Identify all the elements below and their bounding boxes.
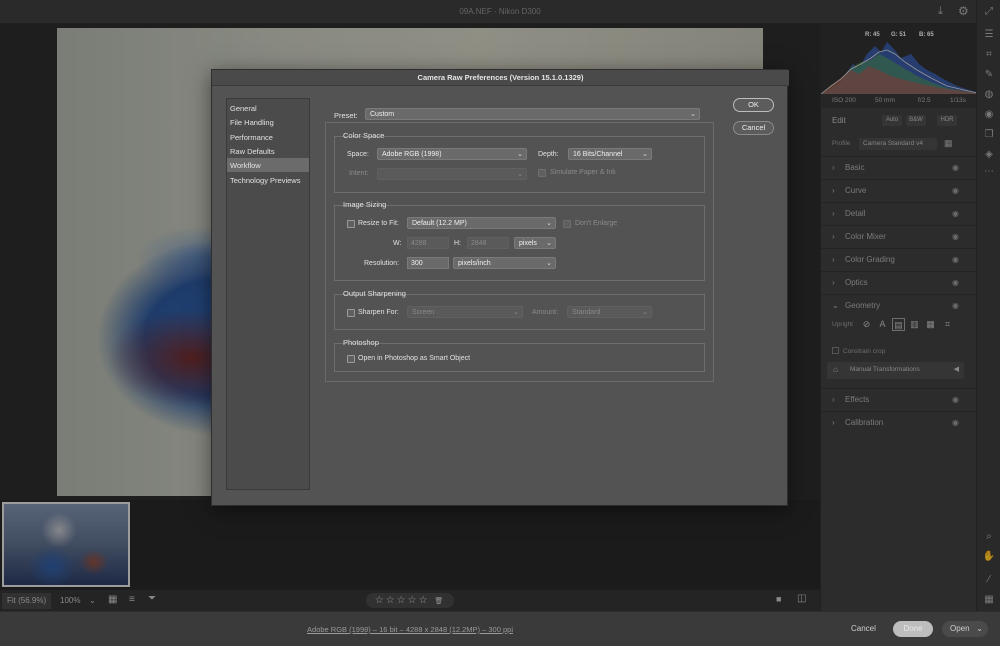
ok-button[interactable]: OK (733, 98, 774, 112)
nav-workflow[interactable]: Workflow (227, 158, 309, 172)
depth-label: Depth: (538, 151, 559, 158)
open-button[interactable]: Open ⌄ (942, 621, 988, 637)
resolution-label: Resolution: (364, 260, 400, 267)
preferences-nav: General File Handling Performance Raw De… (226, 98, 310, 490)
chevron-down-icon[interactable]: ⌄ (976, 621, 983, 637)
preferences-dialog: Camera Raw Preferences (Version 15.1.0.1… (211, 69, 789, 506)
chevron-down-icon: ⌄ (546, 260, 552, 267)
width-label: W: (393, 240, 402, 247)
nav-general[interactable]: General (227, 101, 309, 115)
space-value: Adobe RGB (1998) (382, 151, 442, 158)
chevron-down-icon: ⌄ (690, 111, 696, 118)
chevron-down-icon: ⌄ (642, 309, 648, 316)
sharpen-for-select[interactable]: Screen ⌄ (407, 306, 523, 318)
dont-enlarge-label: Don't Enlarge (575, 220, 618, 227)
width-input[interactable]: 4288 (407, 237, 449, 249)
intent-label: Intent: (349, 170, 369, 177)
cancel-button[interactable]: Cancel (851, 624, 876, 633)
preset-label: Preset: (334, 111, 358, 120)
amount-value: Standard (572, 309, 601, 316)
depth-select[interactable]: 16 Bits/Channel ⌄ (568, 148, 652, 160)
done-button[interactable]: Done (893, 621, 933, 637)
space-label: Space: (347, 151, 369, 158)
chevron-down-icon: ⌄ (513, 309, 519, 316)
intent-select[interactable]: ⌄ (377, 168, 527, 180)
simulate-paper-checkbox[interactable] (538, 169, 546, 177)
nav-raw-defaults[interactable]: Raw Defaults (227, 144, 309, 158)
space-select[interactable]: Adobe RGB (1998) ⌄ (377, 148, 527, 160)
resolution-input[interactable]: 300 (407, 257, 449, 269)
resize-to-fit-checkbox[interactable] (347, 220, 355, 228)
image-sizing-title: Image Sizing (343, 200, 387, 209)
resize-to-fit-select[interactable]: Default (12.2 MP) ⌄ (407, 217, 556, 229)
output-sharpening-title: Output Sharpening (343, 289, 406, 298)
nav-performance[interactable]: Performance (227, 130, 309, 144)
chevron-down-icon: ⌄ (546, 240, 552, 247)
photoshop-title: Photoshop (343, 338, 379, 347)
chevron-down-icon: ⌄ (642, 151, 648, 158)
sharpen-for-label: Sharpen For: (358, 309, 399, 316)
dialog-cancel-button[interactable]: Cancel (733, 121, 774, 135)
chevron-down-icon: ⌄ (517, 171, 523, 178)
chevron-down-icon: ⌄ (517, 151, 523, 158)
color-space-title: Color Space (343, 131, 385, 140)
amount-select[interactable]: Standard ⌄ (567, 306, 652, 318)
smart-object-checkbox[interactable] (347, 355, 355, 363)
height-label: H: (454, 240, 461, 247)
dialog-title: Camera Raw Preferences (Version 15.1.0.1… (212, 70, 789, 86)
sharpen-for-checkbox[interactable] (347, 309, 355, 317)
depth-value: 16 Bits/Channel (573, 151, 623, 158)
resolution-unit-value: pixels/inch (458, 260, 491, 267)
size-unit-select[interactable]: pixels ⌄ (514, 237, 556, 249)
nav-file-handling[interactable]: File Handling (227, 115, 309, 129)
preset-value: Custom (370, 111, 395, 118)
dont-enlarge-checkbox[interactable] (563, 220, 571, 228)
sharpen-for-value: Screen (412, 309, 435, 316)
status-bar: Adobe RGB (1998) – 16 bit – 4288 x 2848 … (0, 611, 1000, 646)
nav-technology-previews[interactable]: Technology Previews (227, 173, 309, 187)
chevron-down-icon: ⌄ (546, 220, 552, 227)
smart-object-label: Open in Photoshop as Smart Object (358, 355, 471, 362)
workflow-options-link[interactable]: Adobe RGB (1998) – 16 bit – 4288 x 2848 … (0, 625, 820, 634)
resize-to-fit-label: Resize to Fit: (358, 220, 399, 227)
amount-label: Amount: (532, 309, 559, 316)
preset-select[interactable]: Custom ⌄ (365, 108, 700, 120)
simulate-paper-label: Simulate Paper & Ink (550, 169, 616, 176)
open-label: Open (950, 624, 970, 633)
height-input[interactable]: 2848 (467, 237, 509, 249)
size-unit-value: pixels (519, 240, 537, 247)
color-space-group (334, 136, 705, 193)
resize-to-fit-value: Default (12.2 MP) (412, 220, 467, 227)
resolution-unit-select[interactable]: pixels/inch ⌄ (453, 257, 556, 269)
